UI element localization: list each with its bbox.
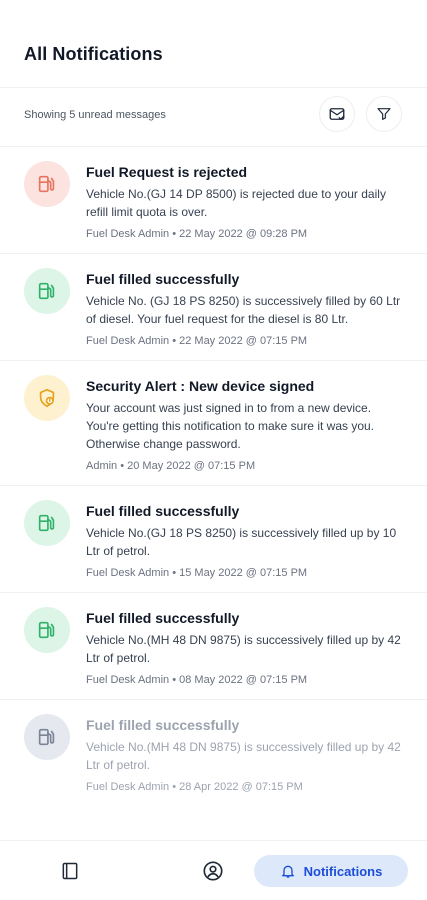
notification-title: Security Alert : New device signed bbox=[86, 378, 315, 394]
nav-requests-button[interactable] bbox=[58, 859, 82, 883]
unread-count-text: Showing 5 unread messages bbox=[24, 109, 166, 121]
notification-avatar bbox=[24, 500, 70, 546]
notification-item[interactable]: Fuel filled successfully Vehicle No.(MH … bbox=[0, 592, 427, 699]
notification-item[interactable]: Fuel Request is rejected Vehicle No.(GJ … bbox=[0, 146, 427, 253]
fuel-pump-icon bbox=[36, 173, 58, 195]
notification-message: Your account was just signed in to from … bbox=[86, 401, 375, 451]
book-icon bbox=[62, 862, 78, 880]
nav-notifications-button[interactable]: Notifications bbox=[254, 855, 408, 887]
fuel-pump-icon bbox=[36, 726, 58, 748]
notification-meta: Fuel Desk Admin • 22 May 2022 @ 07:15 PM bbox=[86, 335, 308, 347]
mail-check-icon bbox=[329, 108, 345, 120]
notification-title: Fuel Request is rejected bbox=[86, 164, 248, 180]
notification-meta: Fuel Desk Admin • 15 May 2022 @ 07:15 PM bbox=[86, 567, 308, 579]
notification-avatar bbox=[24, 268, 70, 314]
user-circle-icon bbox=[203, 861, 223, 881]
notification-meta: Fuel Desk Admin • 28 Apr 2022 @ 07:15 PM bbox=[86, 781, 303, 793]
notification-title: Fuel filled successfully bbox=[86, 271, 240, 287]
app-header: All Notifications bbox=[0, 0, 427, 88]
notification-title: Fuel filled successfully bbox=[86, 717, 240, 733]
notification-avatar bbox=[24, 607, 70, 653]
notification-meta: Fuel Desk Admin • 22 May 2022 @ 09:28 PM bbox=[86, 228, 308, 240]
notification-message: Vehicle No.(GJ 18 PS 8250) is successive… bbox=[86, 526, 397, 558]
page-title: All Notifications bbox=[24, 44, 163, 64]
notification-message: Vehicle No.(MH 48 DN 9875) is successive… bbox=[86, 740, 401, 772]
notifications-list: Fuel Request is rejected Vehicle No.(GJ … bbox=[0, 146, 427, 840]
bottom-navigation: Notifications bbox=[0, 840, 427, 900]
notification-item[interactable]: Fuel filled successfully Vehicle No. (GJ… bbox=[0, 253, 427, 360]
notification-avatar bbox=[24, 375, 70, 421]
notification-item[interactable]: Fuel filled successfully Vehicle No.(GJ … bbox=[0, 485, 427, 592]
fuel-pump-icon bbox=[36, 280, 58, 302]
filter-button[interactable] bbox=[366, 96, 402, 132]
nav-notifications-label: Notifications bbox=[303, 863, 383, 879]
notification-item[interactable]: Security Alert : New device signed Your … bbox=[0, 360, 427, 485]
fuel-pump-icon bbox=[36, 512, 58, 534]
notification-avatar bbox=[24, 161, 70, 207]
notification-message: Vehicle No.(GJ 14 DP 8500) is rejected d… bbox=[86, 187, 386, 219]
notification-title: Fuel filled successfully bbox=[86, 610, 240, 626]
notification-message: Vehicle No.(MH 48 DN 9875) is successive… bbox=[86, 633, 401, 665]
notification-item[interactable]: Fuel filled successfully Vehicle No.(MH … bbox=[0, 699, 427, 806]
notification-meta: Fuel Desk Admin • 08 May 2022 @ 07:15 PM bbox=[86, 674, 308, 686]
nav-profile-button[interactable] bbox=[201, 859, 225, 883]
notification-meta: Admin • 20 May 2022 @ 07:15 PM bbox=[86, 460, 256, 472]
mark-read-button[interactable] bbox=[319, 96, 355, 132]
bell-icon bbox=[281, 865, 294, 878]
filter-icon bbox=[377, 108, 391, 120]
shield-alert-icon bbox=[36, 387, 58, 409]
fuel-pump-icon bbox=[36, 619, 58, 641]
notification-avatar bbox=[24, 714, 70, 760]
notification-title: Fuel filled successfully bbox=[86, 503, 240, 519]
notifications-toolbar: Showing 5 unread messages bbox=[0, 96, 427, 136]
notification-message: Vehicle No. (GJ 18 PS 8250) is successiv… bbox=[86, 294, 401, 326]
